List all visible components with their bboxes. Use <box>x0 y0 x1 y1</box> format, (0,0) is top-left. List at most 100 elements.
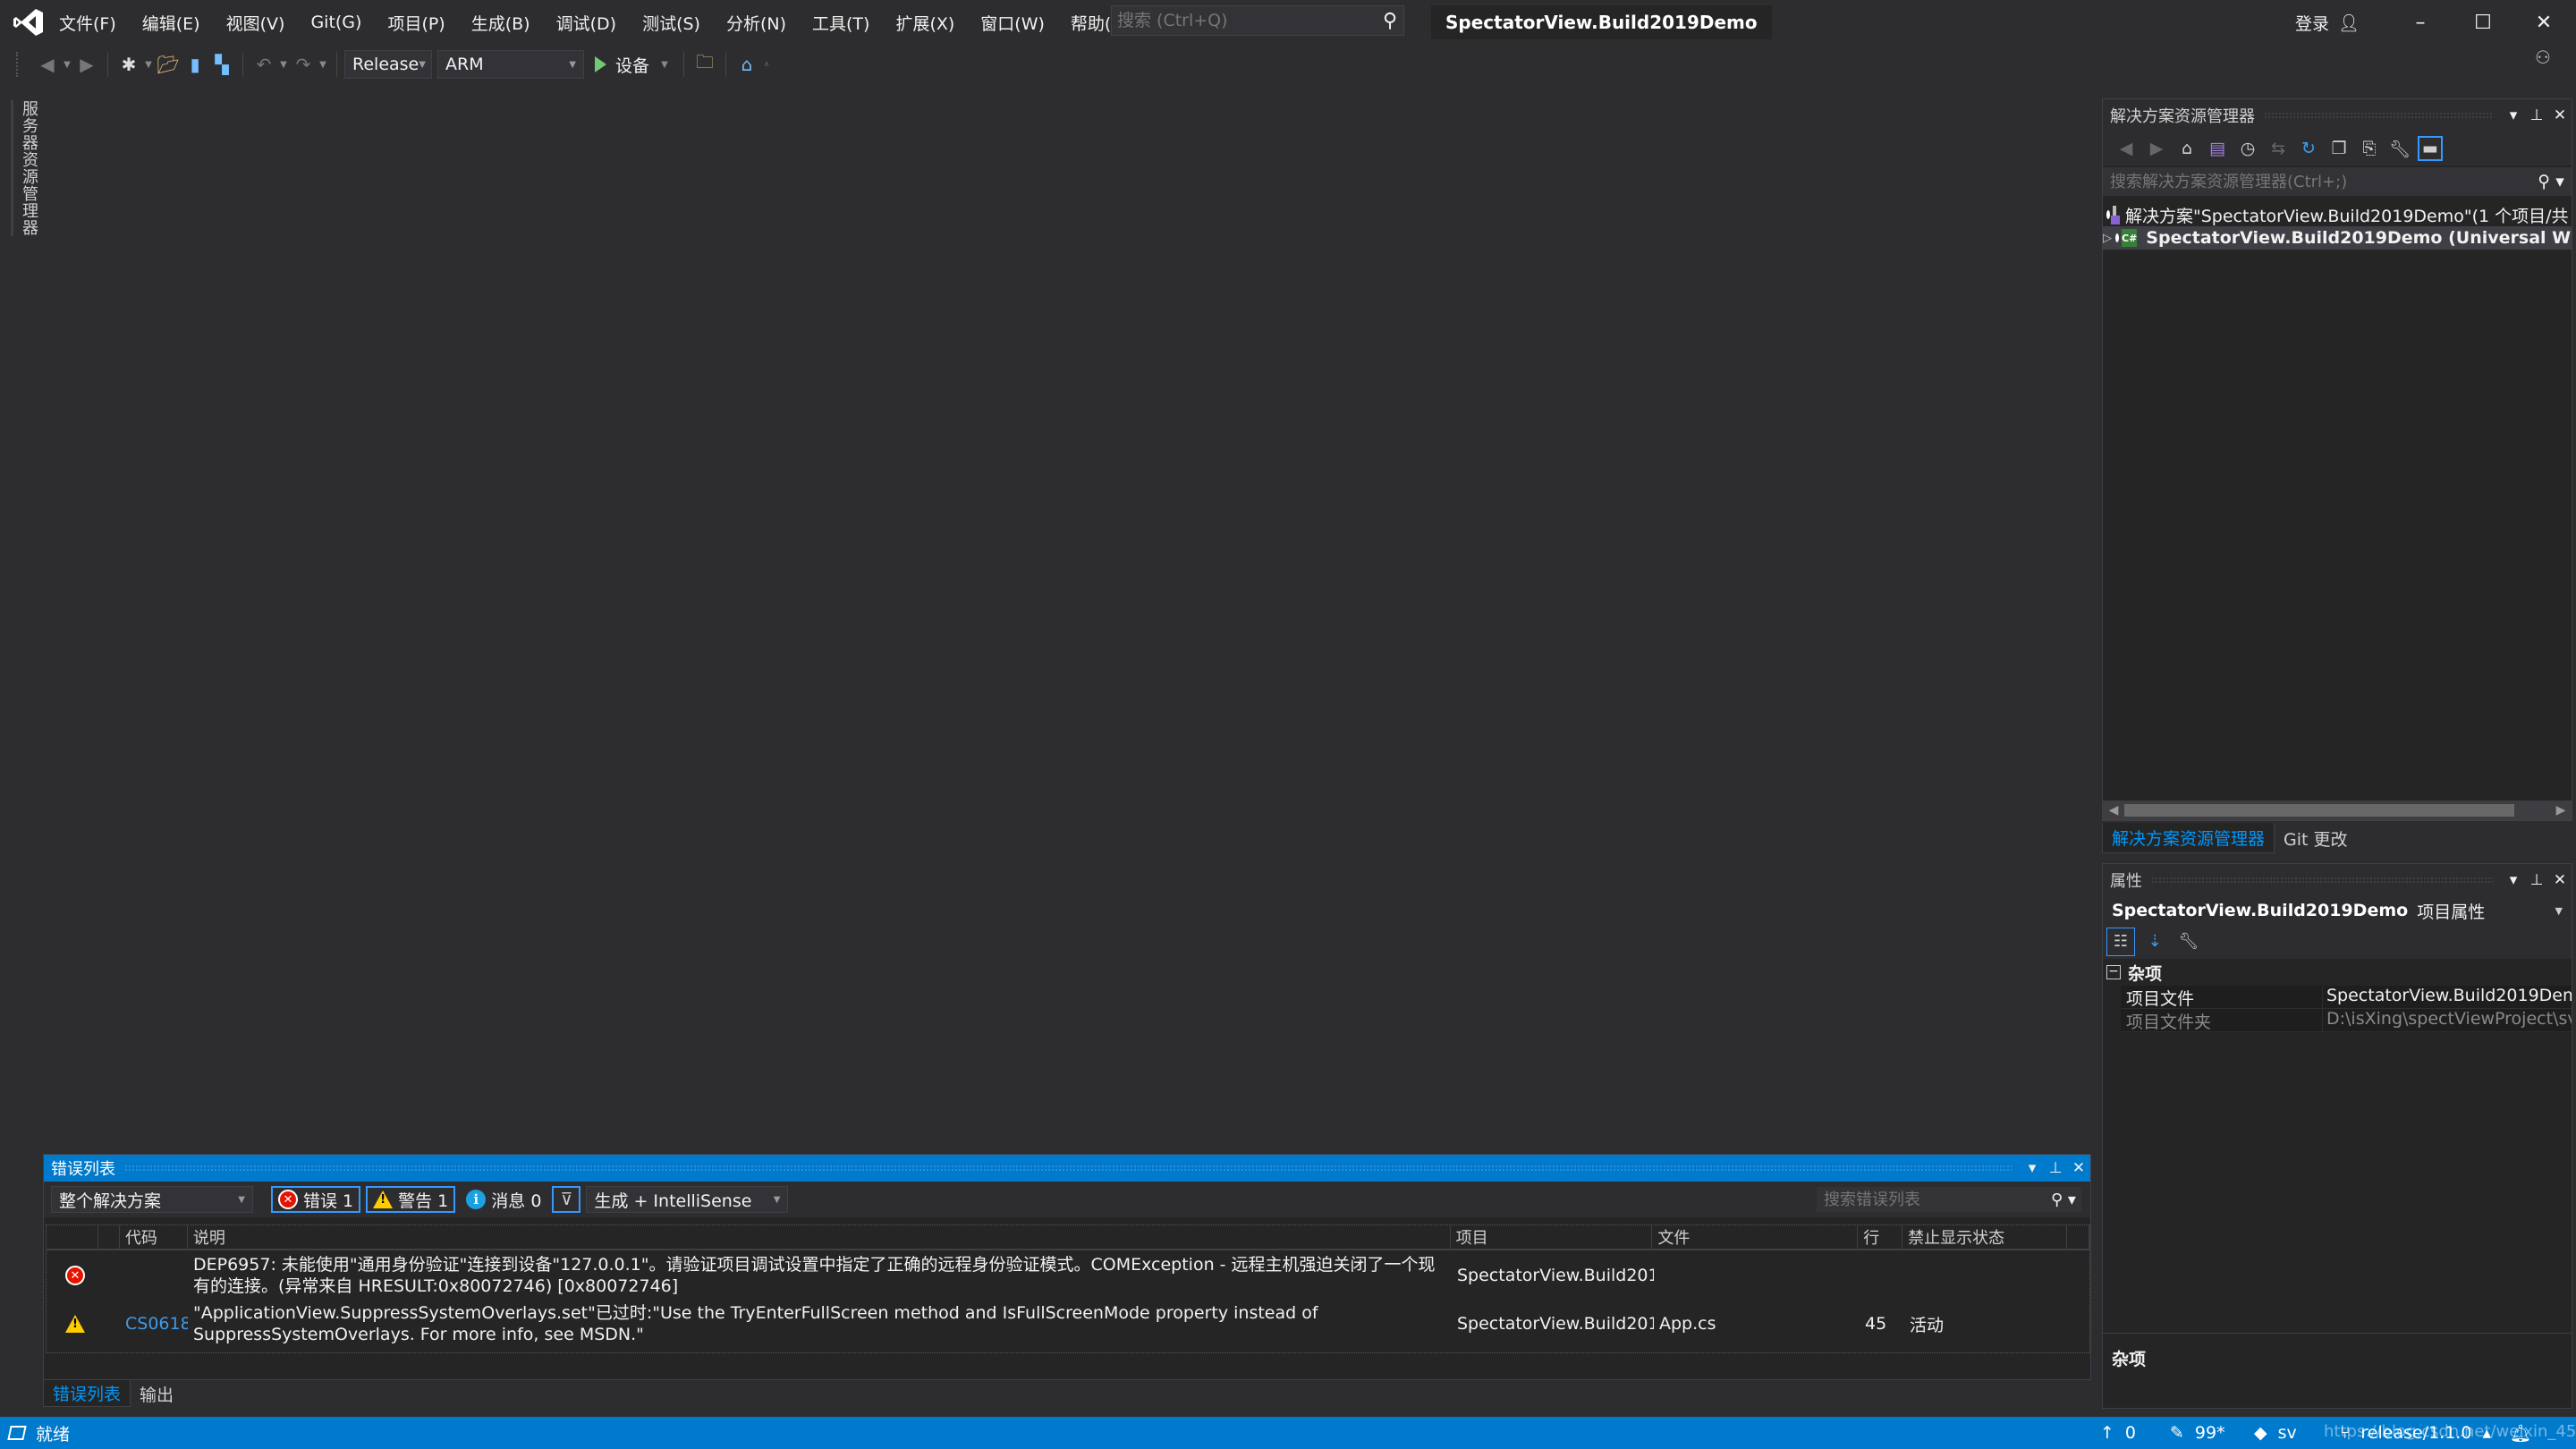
expand-icon[interactable]: ▷ <box>2103 232 2112 245</box>
scroll-right-icon[interactable]: ▶ <box>2550 803 2572 818</box>
open-icon[interactable]: 📂︎ <box>155 51 182 78</box>
repository-status[interactable]: ◆ sv <box>2254 1423 2297 1443</box>
quick-launch-search[interactable]: ⚲ <box>1111 5 1404 36</box>
redo-dropdown-icon[interactable]: ▼ <box>317 60 329 70</box>
error-list-search-input[interactable] <box>1817 1190 2046 1209</box>
solution-explorer-search[interactable]: ⚲ ▾ <box>2103 167 2572 196</box>
scope-select[interactable]: 整个解决方案 ▼ <box>51 1186 253 1213</box>
push-status[interactable]: ↑ 0 <box>2100 1423 2136 1443</box>
property-category[interactable]: − 杂项 <box>2103 959 2572 986</box>
toolbar-grip[interactable] <box>16 52 21 77</box>
warnings-filter-toggle[interactable]: 警告 1 <box>366 1186 456 1213</box>
collapse-icon[interactable]: − <box>2106 965 2121 979</box>
column-file[interactable]: 文件 <box>1652 1225 1859 1249</box>
scroll-left-icon[interactable]: ◀ <box>2103 803 2124 818</box>
configuration-select[interactable]: Release ▼ <box>344 50 432 79</box>
clear-filter-button[interactable]: ⊽ <box>552 1186 581 1213</box>
menu-git[interactable]: Git(G) <box>309 13 375 32</box>
pin-icon[interactable]: ⊥ <box>2525 871 2548 889</box>
menu-extensions[interactable]: 扩展(X) <box>894 11 968 35</box>
pin-icon[interactable]: ⊥ <box>2525 106 2548 124</box>
toolbar-overflow-icon[interactable]: ⩡ <box>760 60 773 70</box>
properties-title-bar[interactable]: 属性 ▾ ⊥ ✕ <box>2103 864 2572 896</box>
undo-dropdown-icon[interactable]: ▼ <box>277 60 290 70</box>
back-dropdown-icon[interactable]: ▼ <box>61 60 73 70</box>
column-code[interactable]: 代码 <box>120 1225 188 1249</box>
redo-icon[interactable]: ↷ <box>290 51 317 78</box>
branch-status[interactable]: ⑂ release/1.1.0 ▴ <box>2340 1423 2491 1443</box>
menu-window[interactable]: 窗口(W) <box>979 11 1058 35</box>
server-explorer-tab[interactable]: 服务器资源管理器 <box>11 100 40 236</box>
forward-icon[interactable]: ▶ <box>2144 136 2169 161</box>
pending-changes-filter-icon[interactable]: ◷ <box>2235 136 2260 161</box>
menu-test[interactable]: 测试(S) <box>640 11 714 35</box>
tab-error-list[interactable]: 错误列表 <box>43 1380 131 1407</box>
maximize-button[interactable]: ☐ <box>2453 0 2513 45</box>
warning-row[interactable]: CS0618 "ApplicationView.SuppressSystemOv… <box>47 1301 2089 1347</box>
menu-view[interactable]: 视图(V) <box>225 11 299 35</box>
live-share-icon[interactable]: ⚇ <box>2529 47 2556 73</box>
solution-explorer-title-bar[interactable]: 解决方案资源管理器 ▾ ⊥ ✕ <box>2103 99 2572 131</box>
start-debugging-button[interactable]: 设备 ▼ <box>589 53 676 77</box>
platform-select[interactable]: ARM ▼ <box>437 50 584 79</box>
property-row[interactable]: 项目文件 SpectatorView.Build2019Demo <box>2121 986 2572 1009</box>
window-position-icon[interactable]: ▾ <box>2021 1159 2044 1177</box>
warning-code-link[interactable]: CS0618 <box>120 1314 188 1334</box>
column-severity[interactable] <box>47 1225 98 1249</box>
tab-output[interactable]: 输出 <box>131 1380 182 1407</box>
home-icon[interactable]: ⌂ <box>2174 136 2199 161</box>
search-icon[interactable]: ⚲ <box>1377 10 1403 32</box>
column-line[interactable]: 行 <box>1858 1225 1903 1249</box>
new-project-icon[interactable]: ✱ <box>115 51 142 78</box>
tree-item-project[interactable]: ▷ C# SpectatorView.Build2019Demo (Univer… <box>2103 226 2572 250</box>
error-list-title-bar[interactable]: 错误列表 ▾ ⊥ ✕ <box>44 1155 2090 1182</box>
run-target-dropdown-icon[interactable]: ▼ <box>658 60 671 70</box>
sync-with-document-icon[interactable]: ⇆ <box>2266 136 2291 161</box>
menu-debug[interactable]: 调试(D) <box>555 11 630 35</box>
show-all-files-icon[interactable]: ⎘ <box>2357 136 2382 161</box>
menu-project[interactable]: 项目(P) <box>386 11 458 35</box>
property-row[interactable]: 项目文件夹 D:\isXing\spectViewProject\sv\s <box>2121 1009 2572 1032</box>
quick-launch-input[interactable] <box>1112 11 1377 30</box>
window-position-icon[interactable]: ▾ <box>2502 106 2525 124</box>
minimize-button[interactable]: – <box>2390 0 2451 45</box>
search-icon[interactable]: ⚲ ▾ <box>2046 1191 2081 1209</box>
column-project[interactable]: 项目 <box>1451 1225 1653 1249</box>
login-button[interactable]: 登录 👤︎ <box>2295 0 2360 45</box>
forward-icon[interactable]: ▶ <box>73 51 100 78</box>
menu-tools[interactable]: 工具(T) <box>810 11 883 35</box>
menu-edit[interactable]: 编辑(E) <box>140 11 214 35</box>
source-select[interactable]: 生成 + IntelliSense ▼ <box>586 1186 789 1213</box>
error-list-search[interactable]: ⚲ ▾ <box>1817 1187 2081 1212</box>
menu-build[interactable]: 生成(B) <box>470 11 544 35</box>
alphabetical-icon[interactable]: ⇣ <box>2140 928 2169 956</box>
back-icon[interactable]: ◀ <box>2114 136 2139 161</box>
undo-icon[interactable]: ↶ <box>250 51 277 78</box>
tree-item-solution[interactable]: 解决方案"SpectatorView.Build2019Demo"(1 个项目/… <box>2103 203 2572 226</box>
notifications-button[interactable]: 🔔︎ <box>2510 1423 2531 1444</box>
menu-analyze[interactable]: 分析(N) <box>724 11 800 35</box>
close-icon[interactable]: ✕ <box>2548 106 2572 124</box>
close-button[interactable]: ✕ <box>2513 0 2574 45</box>
tab-solution-explorer[interactable]: 解决方案资源管理器 <box>2102 823 2275 853</box>
properties-wrench-icon[interactable]: 🔧︎ <box>2387 136 2412 161</box>
column-suppression-state[interactable]: 禁止显示状态 <box>1902 1225 2068 1249</box>
horizontal-scrollbar[interactable]: ◀ ▶ <box>2103 801 2572 820</box>
save-icon[interactable]: ▮ <box>182 51 208 78</box>
errors-filter-toggle[interactable]: ✕ 错误 1 <box>271 1186 361 1213</box>
preview-selected-items-icon[interactable]: ▬ <box>2418 136 2443 161</box>
close-icon[interactable]: ✕ <box>2067 1159 2090 1177</box>
find-in-files-icon[interactable]: 🗀︎ <box>691 51 718 78</box>
app-icon[interactable]: ⌂ <box>733 51 760 78</box>
close-icon[interactable]: ✕ <box>2548 871 2572 889</box>
back-icon[interactable]: ◀ <box>34 51 61 78</box>
column-description[interactable]: 说明 <box>188 1225 1451 1249</box>
property-pages-icon[interactable]: 🔧︎ <box>2174 928 2203 956</box>
refresh-icon[interactable]: ↻ <box>2296 136 2321 161</box>
solution-explorer-search-input[interactable] <box>2110 172 2530 191</box>
tab-git-changes[interactable]: Git 更改 <box>2275 823 2357 853</box>
new-project-dropdown-icon[interactable]: ▼ <box>142 60 155 70</box>
switch-views-icon[interactable]: ▤ <box>2205 136 2230 161</box>
window-position-icon[interactable]: ▾ <box>2502 871 2525 889</box>
pending-changes-status[interactable]: ✎ 99* <box>2170 1423 2225 1443</box>
